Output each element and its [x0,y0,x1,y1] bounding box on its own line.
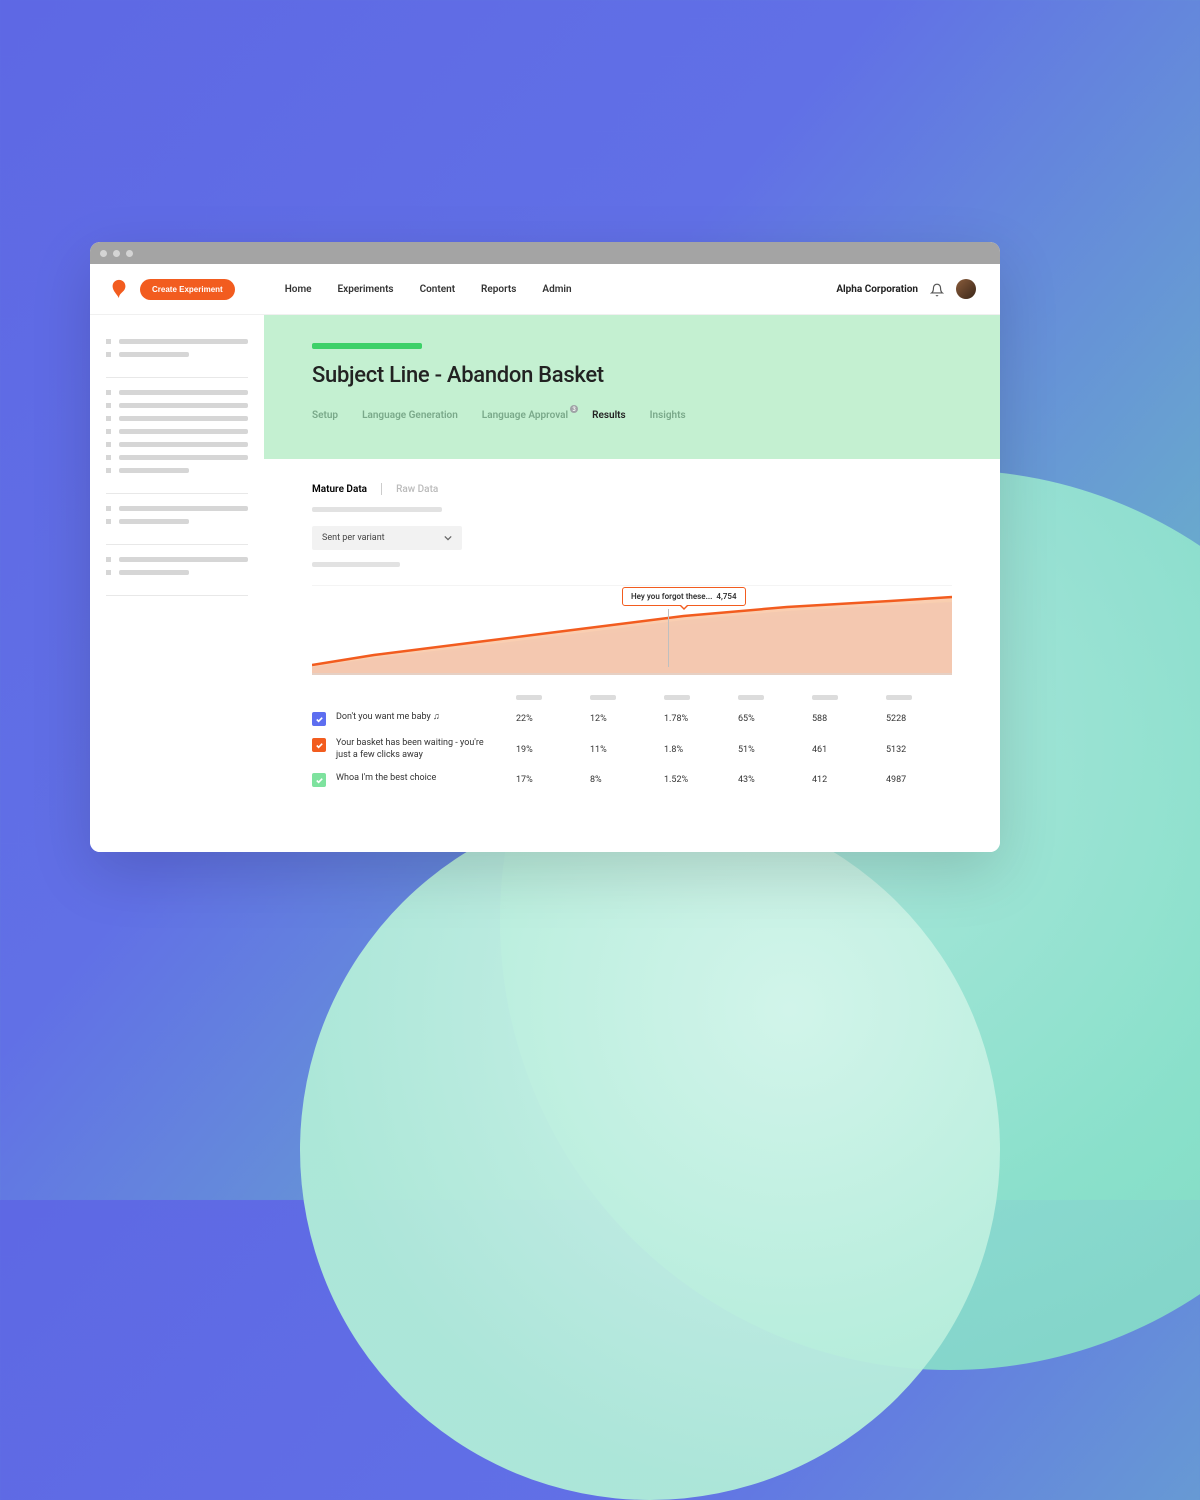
table-head [312,695,952,700]
window-titlebar [90,242,1000,264]
subtab-language-approval[interactable]: Language Approval 3 [482,410,568,421]
col-header-placeholder [812,695,838,700]
nav-admin[interactable]: Admin [542,284,571,295]
row-label: Your basket has been waiting - you're ju… [336,738,496,761]
results-table: Don't you want me baby ♫ 22% 12% 1.78% 6… [312,695,952,787]
table-row: Don't you want me baby ♫ 22% 12% 1.78% 6… [312,712,952,726]
table-row: Your basket has been waiting - you're ju… [312,738,952,761]
sidebar-placeholder-row [106,403,248,408]
row-label: Don't you want me baby ♫ [336,712,440,724]
cell: 412 [812,775,882,785]
cell: 1.8% [664,745,734,755]
subtab-language-generation[interactable]: Language Generation [362,410,458,421]
cell: 5132 [886,745,956,755]
tooltip-value: 4,754 [716,592,736,601]
cell: 588 [812,714,882,724]
main-content: Subject Line - Abandon Basket Setup Lang… [264,315,1000,852]
col-header-placeholder [886,695,912,700]
cell: 461 [812,745,882,755]
col-header-placeholder [738,695,764,700]
cell: 1.78% [664,714,734,724]
window-dot-icon [113,250,120,257]
col-header-placeholder [664,695,690,700]
accent-bar [312,343,422,349]
cell: 5228 [886,714,956,724]
bg-decor-circle [300,800,1000,1500]
user-avatar[interactable] [956,279,976,299]
select-label: Sent per variant [322,533,385,543]
sidebar-placeholder-row [106,570,248,575]
col-header-placeholder [590,695,616,700]
sidebar-placeholder-row [106,416,248,421]
cell: 43% [738,775,808,785]
sidebar-placeholder-row [106,468,248,473]
tab-separator [381,483,382,495]
row-checkbox[interactable] [312,712,326,726]
sidebar-placeholder-row [106,455,248,460]
nav-links: Home Experiments Content Reports Admin [285,284,572,295]
nav-reports[interactable]: Reports [481,284,516,295]
cell: 11% [590,745,660,755]
sidebar-placeholder-row [106,352,248,357]
sidebar-placeholder-row [106,429,248,434]
page-hero: Subject Line - Abandon Basket Setup Lang… [264,315,1000,459]
cell: 51% [738,745,808,755]
table-row: Whoa I'm the best choice 17% 8% 1.52% 43… [312,773,952,787]
subtab-label: Language Approval [482,410,568,421]
tab-mature-data[interactable]: Mature Data [312,484,367,495]
cell: 8% [590,775,660,785]
nav-home[interactable]: Home [285,284,312,295]
sidebar-placeholder-row [106,519,248,524]
row-label: Whoa I'm the best choice [336,773,436,785]
tab-raw-data[interactable]: Raw Data [396,484,438,495]
notification-bell-icon[interactable] [930,282,944,296]
cell: 22% [516,714,586,724]
cell: 12% [590,714,660,724]
chart-hover-line [668,609,669,667]
sidebar-placeholder-row [106,506,248,511]
nav-experiments[interactable]: Experiments [338,284,394,295]
subtab-insights[interactable]: Insights [650,410,686,421]
cell: 4987 [886,775,956,785]
placeholder-bar [312,562,400,567]
page-title: Subject Line - Abandon Basket [312,363,952,388]
window-dot-icon [126,250,133,257]
app-window: Create Experiment Home Experiments Conte… [90,242,1000,852]
cell: 65% [738,714,808,724]
tooltip-label: Hey you forgot these... [631,592,712,601]
chart-tooltip: Hey you forgot these... 4,754 [622,587,746,606]
data-tabs: Mature Data Raw Data [312,483,952,495]
area-chart: Hey you forgot these... 4,754 [312,585,952,675]
placeholder-bar [312,507,442,512]
sidebar [90,315,264,852]
chevron-down-icon [444,534,452,542]
sidebar-placeholder-row [106,557,248,562]
metric-select[interactable]: Sent per variant [312,526,462,550]
subtabs: Setup Language Generation Language Appro… [312,410,952,421]
corporation-label: Alpha Corporation [836,284,918,295]
window-dot-icon [100,250,107,257]
nav-content[interactable]: Content [420,284,455,295]
sidebar-placeholder-row [106,442,248,447]
row-checkbox[interactable] [312,738,326,752]
app-logo-icon[interactable] [108,278,130,300]
row-checkbox[interactable] [312,773,326,787]
subtab-results[interactable]: Results [592,410,626,421]
sidebar-placeholder-row [106,390,248,395]
cell: 19% [516,745,586,755]
subtab-setup[interactable]: Setup [312,410,338,421]
sidebar-placeholder-row [106,339,248,344]
col-header-placeholder [516,695,542,700]
create-experiment-button[interactable]: Create Experiment [140,279,235,300]
subtab-badge: 3 [570,405,578,413]
cell: 17% [516,775,586,785]
top-nav: Create Experiment Home Experiments Conte… [90,264,1000,315]
cell: 1.52% [664,775,734,785]
